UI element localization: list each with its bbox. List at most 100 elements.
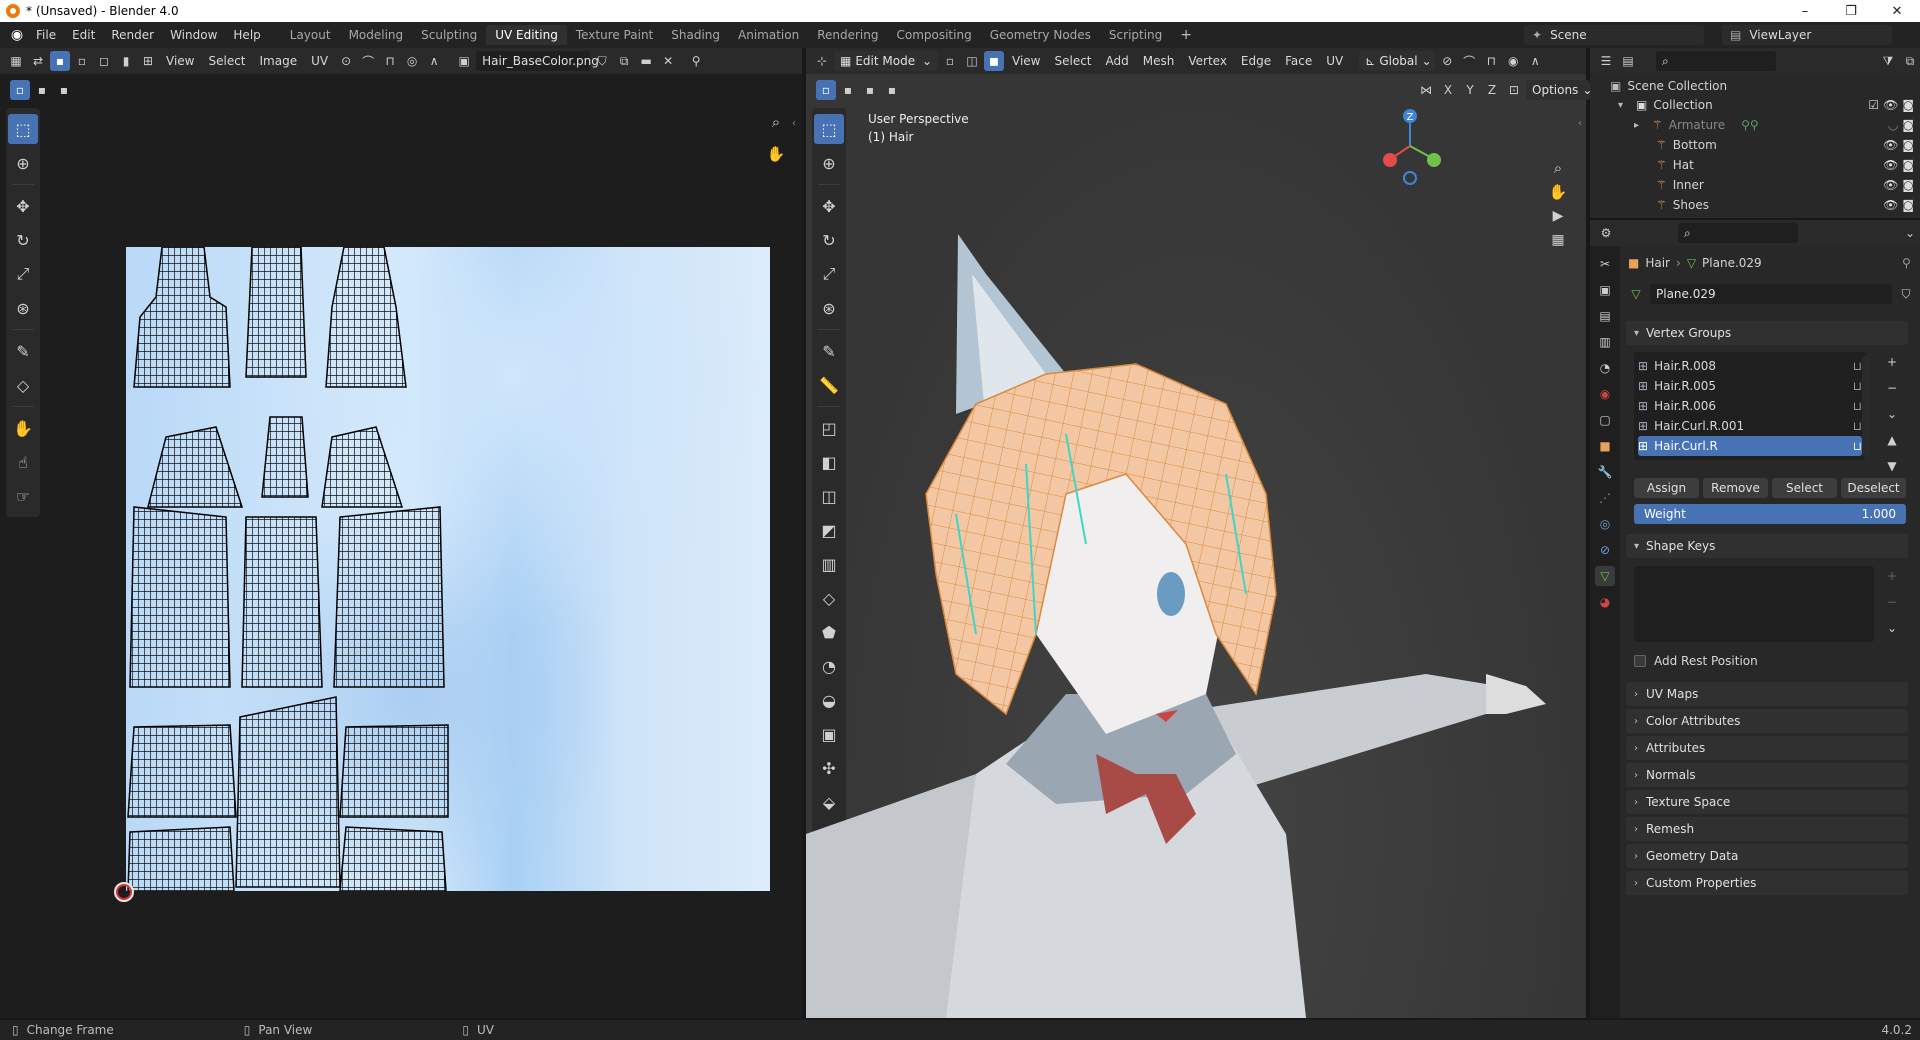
add-shape-key-button[interactable]: + — [1882, 566, 1902, 586]
vp-menu-edge[interactable]: Edge — [1235, 54, 1277, 68]
object-tab-icon[interactable]: ■ — [1595, 436, 1615, 456]
mode-selector[interactable]: ▦ Edit Mode ⌄ — [834, 51, 938, 71]
lock-icon[interactable]: ⊔ — [1853, 359, 1862, 373]
snap-element-icon[interactable]: ⊓ — [1481, 51, 1501, 71]
cursor-tool-icon[interactable]: ⊕ — [8, 148, 38, 178]
sync-selection-icon[interactable]: ⇄ — [28, 51, 48, 71]
visibility-eye-icon[interactable]: 👁 — [1883, 198, 1898, 212]
minimize-button[interactable]: – — [1782, 0, 1828, 22]
list-scrollbar[interactable] — [1862, 356, 1870, 458]
vertex-mode-icon[interactable]: ▫ — [940, 51, 960, 71]
select-box-mode-icon[interactable]: ▫ — [10, 80, 30, 100]
sidebar-toggle-icon[interactable]: ‹ — [792, 118, 796, 129]
texture-space-panel-header[interactable]: › Texture Space — [1626, 790, 1908, 814]
assign-button[interactable]: Assign — [1634, 478, 1699, 498]
filter-icon[interactable]: ⧩ — [1878, 51, 1898, 71]
proportional-edit-icon[interactable]: ◎ — [402, 51, 422, 71]
outliner-scene-collection[interactable]: ▣ Scene Collection — [1610, 76, 1727, 96]
blender-menu-icon[interactable]: ◉ — [6, 25, 28, 45]
uv-maps-panel-header[interactable]: › UV Maps — [1626, 682, 1908, 706]
zoom-icon[interactable]: ⌕ — [766, 112, 786, 132]
pin-icon[interactable]: ⚲ — [686, 51, 706, 71]
geometry-data-panel-header[interactable]: › Geometry Data — [1626, 844, 1908, 868]
color-attributes-panel-header[interactable]: › Color Attributes — [1626, 709, 1908, 733]
attributes-panel-header[interactable]: › Attributes — [1626, 736, 1908, 760]
scene-selector[interactable]: ✦ Scene — [1524, 25, 1704, 45]
outliner-editor-type-icon[interactable]: ☰ — [1596, 51, 1616, 71]
outliner-item-bottom[interactable]: ⚚ Bottom 👁 ◙ — [1650, 135, 1914, 155]
material-tab-icon[interactable]: ◕ — [1595, 592, 1615, 612]
select-button[interactable]: Select — [1772, 478, 1837, 498]
transform-orientation-selector[interactable]: ⊾ Global ⌄ — [1359, 51, 1436, 71]
vertex-group-item[interactable]: ⊞ Hair.R.005 ⊔ — [1638, 376, 1862, 396]
menu-render[interactable]: Render — [103, 25, 162, 45]
modifier-tab-icon[interactable]: 🔧 — [1595, 462, 1615, 482]
vertex-group-item-selected[interactable]: ⊞ Hair.Curl.R ⊔ — [1638, 436, 1862, 456]
render-camera-icon[interactable]: ◙ — [1902, 158, 1914, 172]
render-camera-icon[interactable]: ◙ — [1902, 178, 1914, 192]
vp-menu-view[interactable]: View — [1006, 54, 1046, 68]
pivot-point-icon[interactable]: ⊘ — [1437, 51, 1457, 71]
output-tab-icon[interactable]: ▤ — [1595, 306, 1615, 326]
render-camera-icon[interactable]: ◙ — [1902, 138, 1914, 152]
lock-icon[interactable]: ⊔ — [1853, 399, 1862, 413]
pivot-icon[interactable]: ⊙ — [336, 51, 356, 71]
add-vertex-group-button[interactable]: + — [1882, 352, 1902, 372]
tab-sculpting[interactable]: Sculpting — [412, 25, 486, 45]
outliner-item-hat[interactable]: ⚚ Hat 👁 ◙ — [1650, 155, 1914, 175]
new-collection-icon[interactable]: ⧉ — [1900, 51, 1920, 71]
checkbox-icon[interactable]: ☑ — [1868, 98, 1879, 112]
deselect-button[interactable]: Deselect — [1841, 478, 1906, 498]
outliner-item-shoes[interactable]: ⚚ Shoes 👁 ◙ — [1650, 195, 1914, 215]
editor-type-icon[interactable]: ▦ — [6, 51, 26, 71]
tab-texture-paint[interactable]: Texture Paint — [567, 25, 662, 45]
remove-shape-key-button[interactable]: − — [1882, 592, 1902, 612]
face-mode-icon[interactable]: ◼ — [984, 51, 1004, 71]
select-extend-mode-icon[interactable]: ▪ — [32, 80, 52, 100]
open-image-icon[interactable]: ▬ — [636, 51, 656, 71]
vp-menu-uv[interactable]: UV — [1320, 54, 1349, 68]
visibility-eye-icon[interactable]: 👁 — [1883, 98, 1898, 112]
expand-chevron-icon[interactable]: ▸ — [1634, 120, 1646, 131]
transform-tool-icon[interactable]: ⊛ — [8, 293, 38, 323]
normals-panel-header[interactable]: › Normals — [1626, 763, 1908, 787]
vp-menu-select[interactable]: Select — [1048, 54, 1097, 68]
vertex-select-icon[interactable]: ▪ — [50, 51, 70, 71]
visibility-eye-icon[interactable]: 👁 — [1883, 158, 1898, 172]
outliner-search-input[interactable]: ⌕ — [1656, 51, 1776, 71]
shape-keys-panel-header[interactable]: ▾ Shape Keys — [1626, 534, 1908, 558]
properties-search-input[interactable]: ⌕ — [1678, 223, 1798, 243]
view-layer-tab-icon[interactable]: ▥ — [1595, 332, 1615, 352]
select-subtract-mode-icon[interactable]: ▪ — [54, 80, 74, 100]
render-camera-icon[interactable]: ◙ — [1902, 118, 1914, 132]
snapping-icon[interactable]: ⌒ — [1459, 51, 1479, 71]
outliner-item-inner[interactable]: ⚚ Inner 👁 ◙ — [1650, 175, 1914, 195]
render-tab-icon[interactable]: ▣ — [1595, 280, 1615, 300]
scale-tool-icon[interactable]: ⤢ — [8, 259, 38, 289]
snap-icon[interactable]: ⌒ — [358, 51, 378, 71]
vertex-group-item[interactable]: ⊞ Hair.Curl.R.001 ⊔ — [1638, 416, 1862, 436]
vp-menu-face[interactable]: Face — [1279, 54, 1318, 68]
physics-tab-icon[interactable]: ◎ — [1595, 514, 1615, 534]
pinch-tool-icon[interactable]: ☞ — [8, 481, 38, 511]
remove-button[interactable]: Remove — [1703, 478, 1768, 498]
new-image-icon[interactable]: ⧉ — [614, 51, 634, 71]
vp-menu-vertex[interactable]: Vertex — [1182, 54, 1233, 68]
hidden-eye-icon[interactable]: ◡ — [1888, 118, 1898, 132]
maximize-button[interactable]: ❐ — [1828, 0, 1874, 22]
uv-menu-uv[interactable]: UV — [305, 54, 334, 68]
island-select-icon[interactable]: ▮ — [116, 51, 136, 71]
particles-tab-icon[interactable]: ⋰ — [1595, 488, 1615, 508]
remesh-panel-header[interactable]: › Remesh — [1626, 817, 1908, 841]
render-camera-icon[interactable]: ◙ — [1902, 98, 1914, 112]
chevron-down-icon[interactable]: ⌄ — [1900, 223, 1920, 243]
fake-user-icon[interactable]: ⛉ — [592, 51, 612, 71]
mesh-data-tab-icon[interactable]: ▽ — [1595, 566, 1615, 586]
annotate-tool-icon[interactable]: ✎ — [8, 336, 38, 366]
tab-rendering[interactable]: Rendering — [808, 25, 887, 45]
edge-mode-icon[interactable]: ◫ — [962, 51, 982, 71]
tab-shading[interactable]: Shading — [662, 25, 729, 45]
visibility-eye-icon[interactable]: 👁 — [1883, 138, 1898, 152]
pin-icon[interactable]: ⚲ — [1902, 256, 1911, 270]
image-browse-icon[interactable]: ▣ — [454, 51, 474, 71]
